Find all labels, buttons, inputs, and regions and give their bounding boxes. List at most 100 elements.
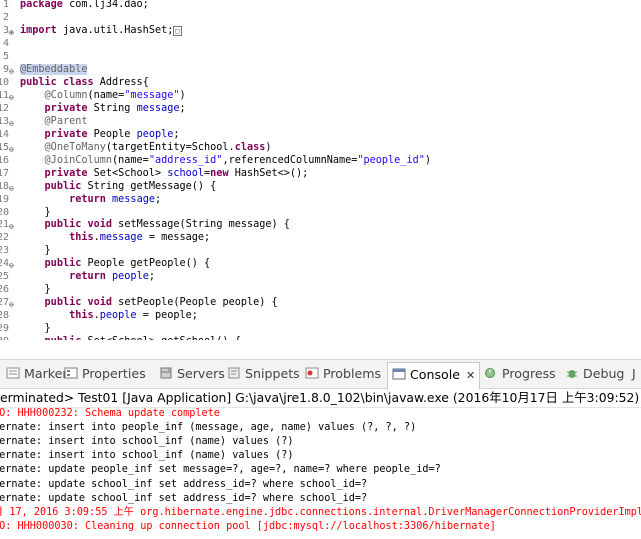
code-token: ; bbox=[148, 271, 155, 283]
servers-icon bbox=[159, 365, 173, 379]
code-token: void bbox=[87, 219, 113, 231]
code-token: "message" bbox=[124, 89, 180, 101]
code-text: @OneToMany(targetEntity=School.class) bbox=[20, 141, 272, 154]
code-token: com.lj34.dao; bbox=[62, 0, 149, 10]
console-title: erminated> Test01 [Java Application] G:\… bbox=[0, 388, 641, 408]
code-token: (name= bbox=[112, 154, 149, 166]
code-token: } bbox=[20, 245, 51, 257]
code-token: this bbox=[69, 310, 94, 322]
close-icon[interactable]: ✕ bbox=[466, 369, 475, 382]
line-number: 1 bbox=[2, 0, 9, 10]
code-line[interactable]: 20 } bbox=[0, 206, 641, 219]
code-token: Address{ bbox=[93, 76, 149, 88]
code-token: java.util.HashSet; bbox=[56, 24, 174, 36]
line-number: 19 bbox=[0, 193, 10, 205]
tab-j[interactable]: J bbox=[632, 364, 636, 384]
code-token: public bbox=[20, 76, 57, 88]
console-line: bernate: insert into school_inf (name) v… bbox=[0, 450, 294, 462]
code-text: public String getMessage() { bbox=[20, 180, 217, 193]
code-token: "address_id" bbox=[148, 154, 223, 166]
code-line[interactable]: 12 private String message; bbox=[0, 102, 641, 115]
code-line[interactable]: 13 ⊖ @Parent bbox=[0, 115, 641, 128]
code-line[interactable]: 1 package com.lj34.dao; bbox=[0, 0, 641, 11]
line-number: 26 bbox=[0, 284, 10, 296]
code-line[interactable]: 10 public class Address{ bbox=[0, 76, 641, 89]
code-line[interactable]: 17 private Set<School> school=new HashSe… bbox=[0, 167, 641, 180]
code-line[interactable]: 3 ⊕ import java.util.HashSet; □ bbox=[0, 24, 641, 37]
code-token: people bbox=[112, 271, 149, 283]
code-token: } bbox=[20, 323, 51, 335]
code-line[interactable]: 29 } bbox=[0, 322, 641, 335]
code-line[interactable]: 21 ⊖ public void setMessage(String messag… bbox=[0, 218, 641, 231]
tab-servers[interactable]: Servers bbox=[159, 364, 225, 384]
code-token: HashSet<>(); bbox=[228, 167, 309, 179]
tab-label: Properties bbox=[82, 366, 146, 381]
code-line[interactable]: 26 } bbox=[0, 283, 641, 296]
console-line: FO: HHH000232: Schema update complete bbox=[0, 408, 220, 419]
code-line[interactable]: 22 this.message = message; bbox=[0, 231, 641, 244]
code-line[interactable]: 11 ⊖ @Column(name="message") bbox=[0, 89, 641, 102]
tab-debug[interactable]: Debug bbox=[565, 364, 624, 384]
code-token: school bbox=[167, 167, 205, 179]
code-editor[interactable]: 1 package com.lj34.dao; 2 3 ⊕ import java.uti… bbox=[0, 0, 641, 340]
code-token: (targetEntity=School. bbox=[105, 141, 235, 153]
line-number: 11 bbox=[0, 89, 10, 101]
code-token: package bbox=[20, 0, 63, 10]
tab-label: Snippets bbox=[245, 366, 300, 381]
code-line[interactable]: 9 ⊖ @Embeddable bbox=[0, 63, 641, 76]
code-line[interactable]: 18 ⊖ public String getMessage() { bbox=[0, 180, 641, 193]
code-token: String getMessage() { bbox=[81, 180, 217, 192]
code-token: public bbox=[44, 258, 82, 270]
tab-properties[interactable]: Properties bbox=[64, 364, 146, 384]
code-token: = message; bbox=[142, 232, 211, 244]
console-line: bernate: insert into school_inf (name) v… bbox=[0, 436, 294, 448]
tab-problems[interactable]: Problems bbox=[305, 364, 381, 384]
line-number: 21 bbox=[0, 219, 10, 231]
code-token: Set<School> bbox=[87, 167, 168, 179]
code-line[interactable]: 5 bbox=[0, 50, 641, 63]
folded-imports-icon[interactable]: □ bbox=[173, 25, 182, 36]
code-line[interactable]: 30⊖ public Set<School> getSchool() { bbox=[0, 335, 641, 340]
code-text: public Set<School> getSchool() { bbox=[20, 335, 241, 340]
tab-progress[interactable]: Progress bbox=[484, 364, 556, 384]
code-token: public bbox=[44, 219, 82, 231]
code-line[interactable]: 27 ⊖ public void setPeople(People people)… bbox=[0, 296, 641, 309]
code-line[interactable]: 15 ⊖ @OneToMany(targetEntity=School.class… bbox=[0, 141, 641, 154]
tab-console[interactable]: Console ✕ bbox=[387, 362, 481, 389]
code-token: ) bbox=[265, 141, 272, 153]
code-token: public bbox=[44, 297, 82, 309]
code-token: (name= bbox=[87, 89, 125, 101]
code-text: public People getPeople() { bbox=[20, 257, 211, 270]
code-token: message bbox=[112, 193, 155, 205]
code-line[interactable]: 28 this.people = people; bbox=[0, 309, 641, 322]
code-text: @Embeddable bbox=[20, 63, 88, 76]
console-output[interactable]: FO: HHH000232: Schema update complete ber… bbox=[0, 407, 641, 539]
code-text: return message; bbox=[20, 193, 161, 206]
line-number: 14 bbox=[0, 128, 10, 140]
tab-label: Progress bbox=[502, 366, 556, 381]
code-token: = people; bbox=[136, 310, 198, 322]
progress-icon bbox=[484, 365, 498, 378]
tab-snippets[interactable]: Snippets bbox=[227, 364, 300, 384]
code-line[interactable]: 4 bbox=[0, 37, 641, 50]
code-line[interactable]: 19 return message; bbox=[0, 193, 641, 206]
line-number: 30 bbox=[0, 335, 9, 340]
collapse-fold-icon[interactable]: ⊖ bbox=[9, 337, 14, 340]
code-line[interactable]: 23 } bbox=[0, 244, 641, 257]
code-token: message bbox=[99, 232, 143, 244]
code-text: package com.lj34.dao; bbox=[20, 0, 149, 11]
code-line[interactable]: 24 ⊖ public People getPeople() { bbox=[0, 257, 641, 270]
code-line[interactable]: 14 private People people; bbox=[0, 128, 641, 141]
code-line[interactable]: 25 return people; bbox=[0, 270, 641, 283]
console-line: bernate: update school_inf set address_i… bbox=[0, 492, 368, 504]
tab-label: Servers bbox=[177, 366, 225, 381]
code-line[interactable]: 16 @JoinColumn(name="address_id",referen… bbox=[0, 154, 641, 167]
markers-icon bbox=[6, 365, 20, 379]
code-line[interactable]: 2 bbox=[0, 11, 641, 24]
line-number: 17 bbox=[0, 167, 10, 179]
code-text: private People people; bbox=[20, 128, 180, 141]
